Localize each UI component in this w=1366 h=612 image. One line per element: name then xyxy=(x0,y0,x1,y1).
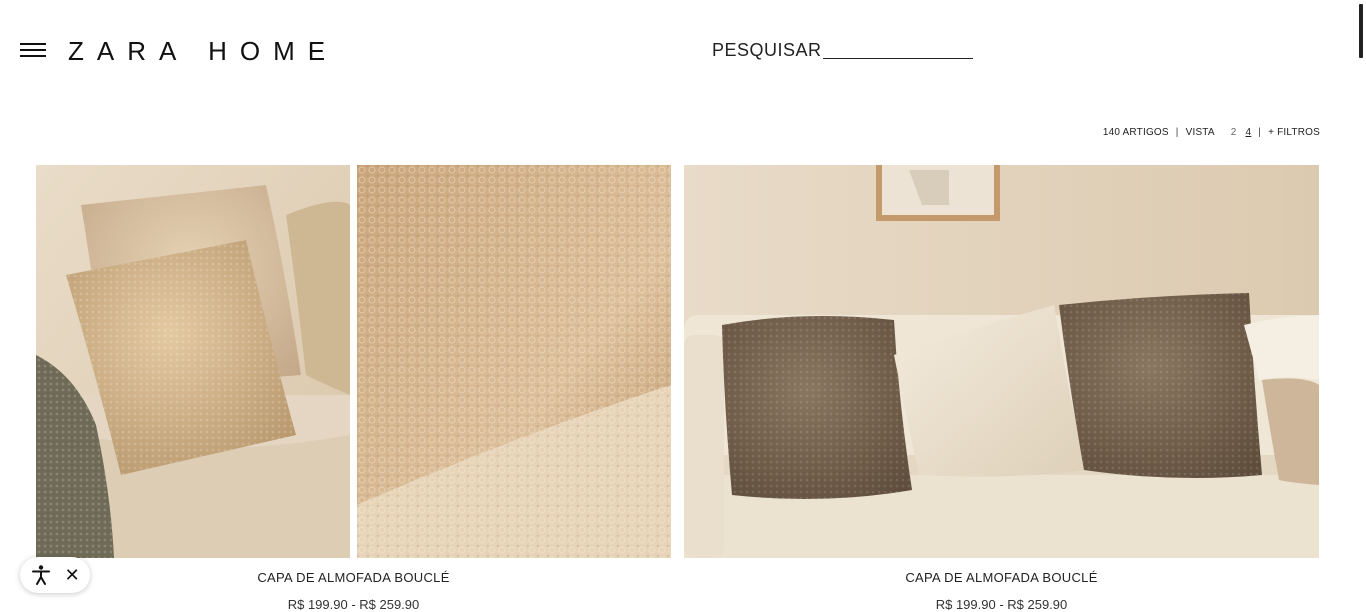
zara-home-logo[interactable]: ZARA HOME xyxy=(68,36,338,67)
product-photo-texture[interactable] xyxy=(357,165,671,558)
filters-button[interactable]: + FILTROS xyxy=(1268,127,1320,138)
close-icon[interactable]: ✕ xyxy=(65,566,80,584)
product-card[interactable]: CAPA DE ALMOFADA BOUCLÉ R$ 199.90 - R$ 2… xyxy=(36,165,671,612)
view-4-columns-button[interactable]: 4 xyxy=(1246,127,1252,138)
product-image[interactable] xyxy=(684,165,1319,558)
accessibility-icon[interactable] xyxy=(30,564,52,586)
product-title[interactable]: CAPA DE ALMOFADA BOUCLÉ xyxy=(36,570,671,585)
article-count: 140 ARTIGOS xyxy=(1102,127,1169,138)
accessibility-widget: ✕ xyxy=(20,557,90,593)
hamburger-line xyxy=(20,49,46,51)
sofa-scene-illustration xyxy=(684,165,1319,558)
hamburger-line xyxy=(20,55,46,57)
boucle-texture-illustration xyxy=(357,165,671,558)
hamburger-icon[interactable] xyxy=(20,42,46,60)
site-header: ZARA HOME PESQUISAR xyxy=(0,0,1366,100)
search-field[interactable]: PESQUISAR xyxy=(712,40,973,61)
view-2-columns-button[interactable]: 2 xyxy=(1231,127,1237,138)
product-price: R$ 199.90 - R$ 259.90 xyxy=(287,597,420,612)
separator: | xyxy=(1175,127,1179,138)
product-photo-cushions[interactable] xyxy=(36,165,350,558)
product-card[interactable]: CAPA DE ALMOFADA BOUCLÉ R$ 199.90 - R$ 2… xyxy=(684,165,1319,612)
view-label: VISTA xyxy=(1185,127,1215,138)
listing-toolbar: 140 ARTIGOS | VISTA 2 4 | + FILTROS xyxy=(1103,127,1320,138)
product-image-gallery[interactable] xyxy=(36,165,671,558)
search-label: PESQUISAR xyxy=(712,40,822,60)
product-title[interactable]: CAPA DE ALMOFADA BOUCLÉ xyxy=(684,570,1319,585)
separator: | xyxy=(1258,127,1262,138)
cushions-illustration xyxy=(36,165,350,558)
hamburger-line xyxy=(20,43,46,45)
search-underline xyxy=(822,58,973,59)
product-price: R$ 199.90 - R$ 259.90 xyxy=(935,597,1068,612)
scrollbar-thumb[interactable] xyxy=(1359,4,1363,58)
